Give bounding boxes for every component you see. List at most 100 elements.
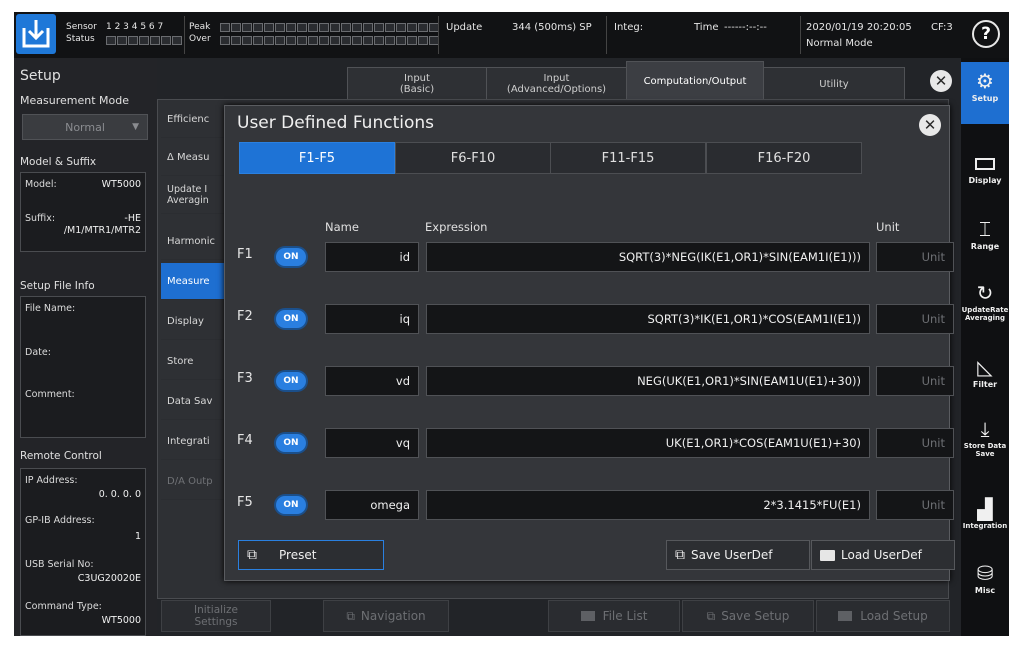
- function-unit-f4[interactable]: Unit: [876, 428, 954, 458]
- menu-da-output[interactable]: D/A Outp: [161, 463, 227, 500]
- filter-icon: ◺: [977, 355, 993, 379]
- load-setup-label: Load Setup: [860, 609, 928, 623]
- tab-f6-f10[interactable]: F6-F10: [395, 142, 551, 174]
- preset-button[interactable]: ⧉ Preset: [238, 540, 384, 570]
- model-label: Model:: [25, 179, 57, 190]
- save-setup-button[interactable]: ⧉ Save Setup: [682, 600, 814, 632]
- gpib-address-value: 1: [134, 531, 141, 542]
- menu-store[interactable]: Store: [161, 343, 227, 380]
- menu-update-averaging[interactable]: Update I Averagin: [161, 177, 227, 214]
- toolbar-store-button[interactable]: ⤓ Store Data Save: [961, 410, 1009, 466]
- function-toggle-f4[interactable]: ON: [276, 434, 306, 452]
- function-unit-f2[interactable]: Unit: [876, 304, 954, 334]
- time-value: ------:--:--: [724, 22, 767, 33]
- setup-close-button[interactable]: ✕: [930, 70, 952, 92]
- toolbar-setup-button[interactable]: ⚙ Setup: [961, 62, 1009, 124]
- function-unit-f5[interactable]: Unit: [876, 490, 954, 520]
- function-toggle-f1[interactable]: ON: [276, 248, 306, 266]
- usb-serial-label: USB Serial No:: [25, 559, 94, 570]
- peak-label: Peak: [189, 22, 211, 32]
- function-expression-f4[interactable]: UK(E1,OR1)*COS(EAM1U(E1)+30): [426, 428, 870, 458]
- function-label-f5: F5: [237, 495, 253, 510]
- menu-integration[interactable]: Integrati: [161, 423, 227, 460]
- function-toggle-f3[interactable]: ON: [276, 372, 306, 390]
- command-type-value: WT5000: [101, 615, 141, 626]
- initialize-settings-label: Initialize Settings: [194, 604, 238, 628]
- over-indicators: [220, 36, 439, 45]
- menu-efficiency[interactable]: Efficienc: [161, 101, 227, 138]
- preset-label: Preset: [279, 548, 317, 562]
- column-name-header: Name: [325, 220, 359, 234]
- toolbar-display-button[interactable]: Display: [961, 144, 1009, 200]
- question-icon: ?: [981, 24, 991, 44]
- toolbar-label: Store Data Save: [963, 442, 1007, 458]
- tab-sublabel: (Basic): [399, 84, 435, 95]
- toolbar-update-rate-button[interactable]: ↻ UpdateRate Averaging: [961, 274, 1009, 330]
- save-userdef-button[interactable]: ⧉ Save UserDef: [666, 540, 810, 570]
- setup-shortcut-icon[interactable]: [16, 14, 56, 54]
- measurement-mode-select[interactable]: Normal ▼: [22, 114, 148, 140]
- toolbar-label: Range: [970, 242, 1000, 251]
- function-name-f3[interactable]: vd: [325, 366, 419, 396]
- load-userdef-button[interactable]: Load UserDef: [811, 540, 955, 570]
- function-expression-f2[interactable]: SQRT(3)*IK(E1,OR1)*COS(EAM1I(E1)): [426, 304, 870, 334]
- model-suffix-label: Model & Suffix: [20, 156, 97, 168]
- function-unit-f3[interactable]: Unit: [876, 366, 954, 396]
- toolbar-label: Filter: [972, 380, 998, 389]
- peak-indicators: [220, 23, 439, 32]
- navigation-button[interactable]: ⧉ Navigation: [323, 600, 449, 632]
- function-toggle-f5[interactable]: ON: [276, 496, 306, 514]
- tab-f16-f20[interactable]: F16-F20: [706, 142, 862, 174]
- function-name-f4[interactable]: vq: [325, 428, 419, 458]
- function-toggle-f2[interactable]: ON: [276, 310, 306, 328]
- function-name-f1[interactable]: id: [325, 242, 419, 272]
- toolbar-range-button[interactable]: ⌶ Range: [961, 210, 1009, 266]
- file-list-button[interactable]: File List: [548, 600, 680, 632]
- setup-file-info-label: Setup File Info: [20, 280, 95, 292]
- function-expression-f1[interactable]: SQRT(3)*NEG(IK(E1,OR1)*SIN(EAM1I(E1))): [426, 242, 870, 272]
- suffix-value-1: -HE: [124, 213, 141, 224]
- function-expression-f5[interactable]: 2*3.1415*FU(E1): [426, 490, 870, 520]
- folder-icon: [820, 549, 835, 561]
- tab-f1-f5[interactable]: F1-F5: [239, 142, 395, 174]
- toolbar-label: UpdateRate Averaging: [961, 306, 1009, 322]
- load-userdef-label: Load UserDef: [841, 548, 922, 562]
- function-label-f4: F4: [237, 433, 253, 448]
- instrument-screen: Sensor 1 2 3 4 5 6 7 Status Peak Over Up…: [14, 12, 1009, 636]
- menu-display[interactable]: Display: [161, 303, 227, 340]
- menu-measure[interactable]: Measure: [161, 263, 227, 300]
- menu-harmonic[interactable]: Harmonic: [161, 223, 227, 260]
- dialog-title: User Defined Functions: [237, 113, 435, 133]
- toolbar-filter-button[interactable]: ◺ Filter: [961, 348, 1009, 404]
- update-label: Update: [446, 22, 483, 33]
- mode-label: Normal Mode: [806, 38, 873, 49]
- suffix-value-2: /M1/MTR1/MTR2: [63, 225, 141, 236]
- usb-serial-value: C3UG20020E: [77, 573, 141, 584]
- tab-input-advanced[interactable]: Input (Advanced/Options): [486, 67, 627, 101]
- comment-label: Comment:: [25, 389, 75, 400]
- menu-data-save[interactable]: Data Sav: [161, 383, 227, 420]
- tab-input-basic[interactable]: Input (Basic): [347, 67, 487, 101]
- ip-address-label: IP Address:: [25, 475, 78, 486]
- status-label: Status: [66, 34, 95, 44]
- toolbar-integration-button[interactable]: ▟ Integration: [961, 490, 1009, 546]
- function-expression-f3[interactable]: NEG(UK(E1,OR1)*SIN(EAM1U(E1)+30)): [426, 366, 870, 396]
- toolbar-misc-button[interactable]: ⛁ Misc: [961, 554, 1009, 610]
- function-name-f5[interactable]: omega: [325, 490, 419, 520]
- function-name-f2[interactable]: iq: [325, 304, 419, 334]
- toolbar-label: Display: [968, 176, 1002, 185]
- tab-f11-f15[interactable]: F11-F15: [550, 142, 706, 174]
- file-name-label: File Name:: [25, 303, 76, 314]
- tab-label: Input: [404, 73, 430, 84]
- crest-factor: CF:3: [931, 22, 953, 33]
- tab-utility[interactable]: Utility: [763, 67, 905, 101]
- tab-computation-output[interactable]: Computation/Output: [626, 61, 764, 101]
- menu-delta-measure[interactable]: Δ Measu: [161, 139, 227, 176]
- external-link-icon: ⧉: [706, 608, 716, 623]
- dialog-close-button[interactable]: ✕: [919, 114, 941, 136]
- help-button[interactable]: ?: [972, 20, 1000, 48]
- range-icon: ⌶: [979, 217, 991, 241]
- function-unit-f1[interactable]: Unit: [876, 242, 954, 272]
- load-setup-button[interactable]: Load Setup: [816, 600, 950, 632]
- initialize-settings-button[interactable]: Initialize Settings: [161, 600, 271, 632]
